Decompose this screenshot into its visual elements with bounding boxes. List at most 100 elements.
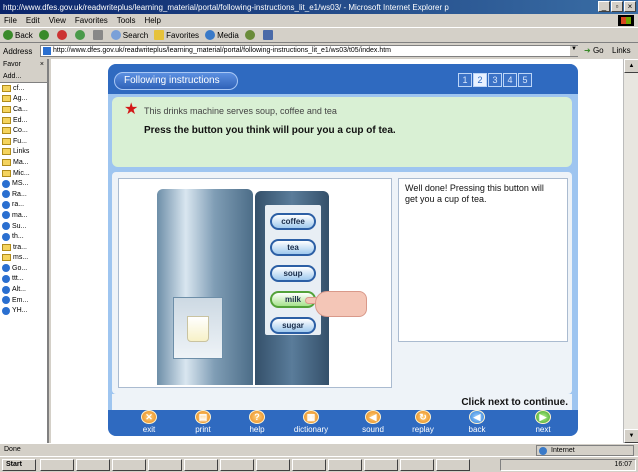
taskbar-item[interactable]: [112, 459, 146, 471]
stop-toolbar-button[interactable]: [56, 30, 69, 40]
menu-tools[interactable]: Tools: [117, 16, 136, 25]
favorite-item[interactable]: Mic...: [0, 168, 47, 179]
favorite-item[interactable]: Em...: [0, 295, 47, 306]
folder-icon: [2, 116, 11, 124]
taskbar-item[interactable]: [40, 459, 74, 471]
menu-view[interactable]: View: [49, 16, 66, 25]
favorite-item-label: MS...: [12, 180, 29, 188]
favorite-item[interactable]: ms...: [0, 253, 47, 264]
address-dropdown-icon[interactable]: ▼: [570, 46, 578, 56]
favorite-item[interactable]: Ma...: [0, 157, 47, 168]
taskbar-item[interactable]: [328, 459, 362, 471]
address-input[interactable]: http://www.dfes.gov.uk/readwriteplus/lea…: [40, 45, 578, 57]
favorite-item-label: YH...: [12, 307, 28, 315]
instruction-question: Press the button you think will pour you…: [144, 125, 396, 136]
menu-favorites[interactable]: Favorites: [75, 16, 108, 25]
page-button-1[interactable]: 1: [458, 73, 472, 87]
ie-page-icon: [2, 285, 10, 294]
internet-zone-icon: [539, 447, 547, 455]
refresh-toolbar-button[interactable]: [74, 30, 87, 40]
address-bar: Address http://www.dfes.gov.uk/readwrite…: [0, 43, 638, 59]
favorite-item[interactable]: YH...: [0, 305, 47, 316]
forward-toolbar-button[interactable]: [38, 30, 51, 40]
back-toolbar-button[interactable]: Back: [3, 30, 33, 40]
maximize-button[interactable]: ▫: [611, 1, 623, 12]
favorite-item[interactable]: Ed...: [0, 115, 47, 126]
search-toolbar-button[interactable]: Search: [110, 30, 149, 40]
page-button-5[interactable]: 5: [518, 73, 532, 87]
favorite-item[interactable]: Fu...: [0, 136, 47, 147]
windows-logo-icon: [618, 15, 634, 26]
scroll-down-icon[interactable]: ▼: [624, 429, 638, 443]
minimize-button[interactable]: _: [598, 1, 610, 12]
next-button[interactable]: ▶ next: [518, 410, 568, 436]
help-button[interactable]: ? help: [232, 410, 282, 436]
taskbar-item[interactable]: [184, 459, 218, 471]
instruction-panel: ★ This drinks machine serves soup, coffe…: [112, 97, 572, 167]
folder-icon: [2, 169, 11, 177]
favorite-item-label: ms...: [13, 254, 29, 262]
favorite-item-label: Ca...: [13, 105, 28, 113]
exit-button[interactable]: ✕ exit: [124, 410, 174, 436]
add-favorite-button[interactable]: Add...: [0, 71, 47, 83]
page-button-3[interactable]: 3: [488, 73, 502, 87]
favorite-item[interactable]: Ca...: [0, 104, 47, 115]
favorite-item[interactable]: Ag...: [0, 94, 47, 105]
ie-page-icon: [2, 179, 10, 188]
scroll-up-icon[interactable]: ▲: [624, 59, 638, 73]
favorite-item[interactable]: tra...: [0, 242, 47, 253]
favorite-item-label: Su...: [12, 222, 27, 230]
vertical-scrollbar[interactable]: ▲ ▼: [623, 59, 638, 443]
start-button[interactable]: Start: [2, 459, 36, 471]
favorite-item[interactable]: th...: [0, 231, 47, 242]
page-button-4[interactable]: 4: [503, 73, 517, 87]
taskbar-item[interactable]: [436, 459, 470, 471]
favorite-item[interactable]: Links: [0, 147, 47, 158]
close-favorites-icon[interactable]: ×: [40, 59, 47, 71]
media-toolbar-button[interactable]: Media: [205, 30, 239, 40]
drink-button-sugar[interactable]: sugar: [270, 317, 316, 334]
mail-icon: [262, 30, 273, 40]
favorite-item[interactable]: Alt...: [0, 284, 47, 295]
taskbar-item[interactable]: [148, 459, 182, 471]
favorite-item[interactable]: ra...: [0, 200, 47, 211]
favorite-item[interactable]: ma...: [0, 210, 47, 221]
taskbar-item[interactable]: [256, 459, 290, 471]
menu-edit[interactable]: Edit: [26, 16, 40, 25]
sound-button[interactable]: ◀ sound: [348, 410, 398, 436]
favorite-item[interactable]: cf...: [0, 83, 47, 94]
taskbar-item[interactable]: [400, 459, 434, 471]
sound-icon: ◀: [365, 410, 381, 424]
home-toolbar-button[interactable]: [92, 30, 105, 40]
taskbar-item[interactable]: [220, 459, 254, 471]
history-toolbar-button[interactable]: [244, 30, 257, 40]
favorite-item[interactable]: MS...: [0, 178, 47, 189]
go-label: Go: [592, 46, 604, 55]
menu-help[interactable]: Help: [144, 16, 160, 25]
exit-label: exit: [142, 425, 156, 434]
favorite-item[interactable]: Su...: [0, 221, 47, 232]
print-button[interactable]: ▤ print: [178, 410, 228, 436]
go-button[interactable]: ➜ Go: [584, 46, 604, 55]
favorite-item[interactable]: Co...: [0, 125, 47, 136]
taskbar-item[interactable]: [292, 459, 326, 471]
close-button[interactable]: ×: [624, 1, 636, 12]
drink-button-soup[interactable]: soup: [270, 265, 316, 282]
page-button-2[interactable]: 2: [473, 73, 487, 87]
taskbar-item[interactable]: [364, 459, 398, 471]
back-button[interactable]: ◀ back: [452, 410, 502, 436]
favorite-item[interactable]: ttt...: [0, 274, 47, 285]
menu-file[interactable]: File: [4, 16, 17, 25]
replay-button[interactable]: ↻ replay: [398, 410, 448, 436]
drink-button-coffee[interactable]: coffee: [270, 213, 316, 230]
favorite-item[interactable]: Go...: [0, 263, 47, 274]
mail-toolbar-button[interactable]: [262, 30, 275, 40]
dictionary-button[interactable]: ▦ dictionary: [286, 410, 336, 436]
favorites-toolbar-button[interactable]: Favorites: [154, 30, 199, 40]
favorite-item[interactable]: Ra...: [0, 189, 47, 200]
drink-button-tea[interactable]: tea: [270, 239, 316, 256]
taskbar-item[interactable]: [76, 459, 110, 471]
search-label: Search: [122, 30, 149, 40]
links-button[interactable]: Links: [612, 46, 631, 55]
search-icon: [110, 30, 121, 40]
